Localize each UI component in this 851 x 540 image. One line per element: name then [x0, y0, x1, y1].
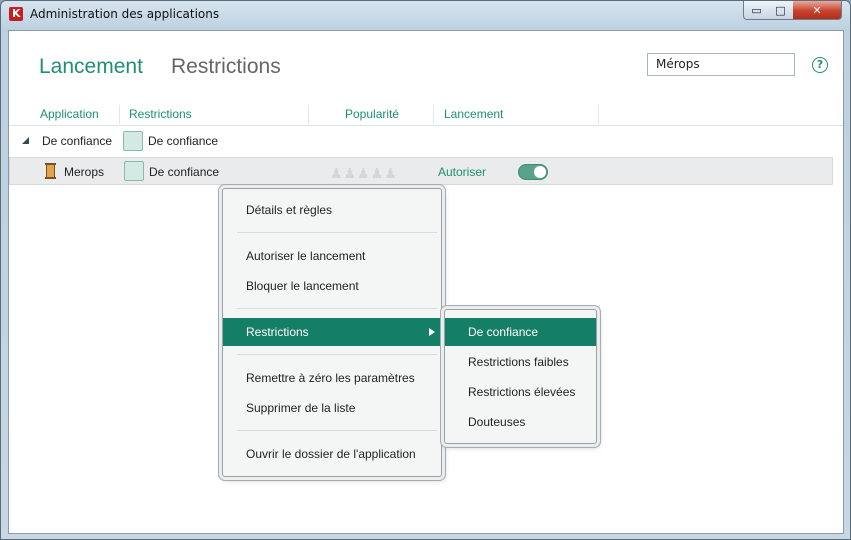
launch-toggle[interactable]: [518, 164, 548, 180]
menu-item-block-launch[interactable]: Bloquer le lancement: [223, 272, 441, 300]
menu-separator: [237, 232, 437, 233]
scroll-app-icon: [45, 163, 56, 179]
menu-item-reset-settings[interactable]: Remettre à zéro les paramètres: [223, 364, 441, 392]
app-name: Merops: [64, 165, 105, 179]
column-header-row: Application Restrictions Popularité Lanc…: [9, 105, 843, 126]
search-input[interactable]: Mérops: [647, 53, 795, 76]
restriction-swatch: [123, 131, 143, 151]
window-title: Administration des applications: [30, 7, 220, 21]
close-icon: ✕: [812, 3, 822, 17]
column-header-lancement[interactable]: Lancement: [444, 107, 503, 121]
group-restriction: De confiance: [148, 134, 219, 148]
column-divider[interactable]: [119, 105, 120, 124]
menu-item-remove-from-list[interactable]: Supprimer de la liste: [223, 394, 441, 422]
submenu-item-restrictions-elevees[interactable]: Restrictions élevées: [445, 378, 596, 406]
title-bar[interactable]: Administration des applications ▭ □ ✕: [1, 1, 850, 29]
menu-item-allow-launch[interactable]: Autoriser le lancement: [223, 242, 441, 270]
column-divider[interactable]: [308, 105, 309, 124]
close-button[interactable]: ✕: [793, 1, 842, 20]
app-window: Administration des applications ▭ □ ✕ La…: [0, 0, 851, 540]
submenu-item-douteuses[interactable]: Douteuses: [445, 408, 596, 436]
menu-item-restrictions-label: Restrictions: [246, 325, 309, 339]
submenu-item-restrictions-faibles[interactable]: Restrictions faibles: [445, 348, 596, 376]
maximize-icon: □: [775, 3, 786, 17]
menu-item-open-folder[interactable]: Ouvrir le dossier de l'application: [223, 440, 441, 468]
popularity-person-icons: ♟♟♟♟♟: [330, 165, 398, 181]
group-row[interactable]: De confiance De confiance: [9, 127, 833, 155]
tab-restrictions[interactable]: Restrictions: [171, 55, 281, 79]
column-divider[interactable]: [433, 105, 434, 124]
minimize-icon: ▭: [751, 3, 762, 17]
help-icon[interactable]: ?: [812, 57, 828, 73]
table-row[interactable]: Merops De confiance ♟♟♟♟♟ Autoriser: [9, 157, 833, 185]
restriction-swatch: [124, 161, 144, 181]
column-header-popularite[interactable]: Popularité: [345, 107, 399, 121]
toggle-knob: [534, 166, 546, 178]
restrictions-submenu: De confiance Restrictions faibles Restri…: [444, 309, 597, 444]
group-name: De confiance: [42, 134, 113, 148]
collapse-triangle-icon[interactable]: [22, 137, 29, 144]
context-menu: Détails et règles Autoriser le lancement…: [222, 188, 442, 477]
column-header-restrictions[interactable]: Restrictions: [129, 107, 192, 121]
submenu-item-de-confiance[interactable]: De confiance: [445, 318, 596, 346]
menu-separator: [237, 354, 437, 355]
minimize-button[interactable]: ▭: [743, 1, 770, 20]
submenu-arrow-icon: [429, 328, 435, 336]
maximize-button[interactable]: □: [768, 1, 794, 20]
app-restriction: De confiance: [149, 165, 220, 179]
menu-item-details-rules[interactable]: Détails et règles: [223, 196, 441, 224]
menu-item-restrictions[interactable]: Restrictions: [223, 318, 441, 346]
column-header-application[interactable]: Application: [40, 107, 99, 121]
menu-separator: [237, 430, 437, 431]
tab-lancement[interactable]: Lancement: [39, 55, 143, 79]
column-divider[interactable]: [598, 105, 599, 124]
menu-separator: [237, 308, 437, 309]
launch-status: Autoriser: [438, 165, 487, 179]
kaspersky-logo-icon: [9, 7, 23, 21]
